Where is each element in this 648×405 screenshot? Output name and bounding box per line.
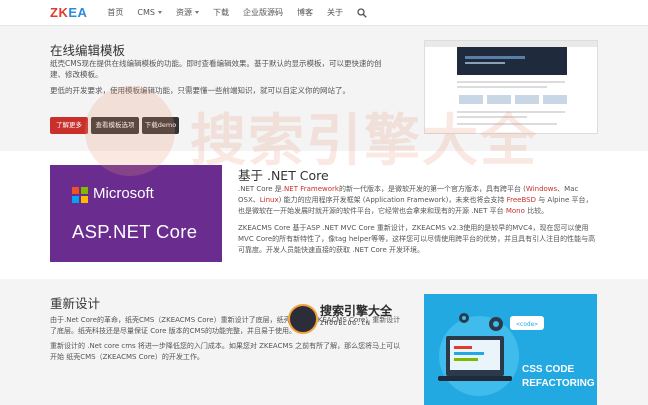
aspnet-core-image: Microsoft ASP.NET Core (50, 165, 222, 262)
section-based-on-net-core: Microsoft ASP.NET Core 基于 .NET Core .NET… (0, 151, 648, 279)
section-paragraph: 由于.Net Core的革命，纸壳CMS（ZKEACMS Core）重新设计了底… (50, 316, 401, 335)
freebsd-link[interactable]: FreeBSD (507, 196, 536, 204)
nav-item-download[interactable]: 下载 (213, 7, 229, 18)
view-template-options-button[interactable]: 查看模板选项 (91, 117, 139, 134)
caret-down-icon (157, 11, 162, 14)
mono-link[interactable]: Mono (506, 207, 525, 215)
nav-item-resources[interactable]: 资源 (176, 7, 199, 18)
section-paragraph: 纸壳CMS现在提供在线编辑模板的功能。即时查看编辑效果。基于默认的显示模板，可以… (50, 59, 382, 79)
css-refactoring-title: CSS CODE REFACTORING (522, 364, 595, 389)
template-preview-image (424, 40, 598, 134)
aspnet-core-title: ASP.NET Core (72, 221, 198, 242)
nav-item-enterprise-source[interactable]: 企业版源码 (243, 7, 283, 18)
section-redesign: 重新设计 由于.Net Core的革命，纸壳CMS（ZKEACMS Core）重… (0, 279, 648, 405)
section-paragraph: .NET Core 是.NET Framework的新一代版本，是微软开发的第一… (238, 185, 593, 215)
learn-more-button[interactable]: 了解更多 (50, 117, 88, 134)
section-paragraph: 更低的开发要求，使用模板编辑功能，只需要懂一些前端知识，就可以自定义你的网站了。 (50, 86, 350, 95)
nav-item-blog[interactable]: 博客 (297, 7, 313, 18)
nav-item-home[interactable]: 首页 (107, 7, 123, 18)
top-navbar: ZKEA 首页 CMS 资源 下载 企业版源码 博客 关于 (0, 0, 648, 26)
section-online-template-editor: 在线编辑模板 纸壳CMS现在提供在线编辑模板的功能。即时查看编辑效果。基于默认的… (0, 26, 648, 151)
section-title: 重新设计 (50, 296, 101, 311)
caret-down-icon (194, 11, 199, 14)
section-paragraph: 重新设计的 .Net core cms 将进一步降低您的入门成本。如果您对 ZK… (50, 342, 401, 361)
net-framework-link[interactable]: .NET Framework (282, 185, 339, 193)
code-tag-label: <code> (516, 321, 538, 328)
section-title: 基于 .NET Core (238, 168, 329, 183)
microsoft-logo-icon (72, 187, 88, 203)
section-title: 在线编辑模板 (50, 43, 126, 58)
linux-link[interactable]: Linux (260, 196, 279, 204)
css-refactoring-image: <code> CSS CODE REFACTORING (424, 294, 597, 405)
nav-item-cms[interactable]: CMS (137, 8, 162, 17)
site-logo[interactable]: ZKEA (50, 5, 87, 20)
windows-link[interactable]: Windows (526, 185, 557, 193)
main-nav: 首页 CMS 资源 下载 企业版源码 博客 关于 (107, 7, 381, 18)
section-paragraph: ZKEACMS Core 基于ASP .NET MVC Core 重新设计，ZK… (238, 224, 596, 254)
microsoft-wordmark: Microsoft (93, 185, 154, 202)
download-demo-button[interactable]: 下载demo (142, 117, 179, 134)
nav-item-about[interactable]: 关于 (327, 7, 343, 18)
nav-search-button[interactable] (357, 7, 367, 18)
search-icon (357, 7, 367, 18)
